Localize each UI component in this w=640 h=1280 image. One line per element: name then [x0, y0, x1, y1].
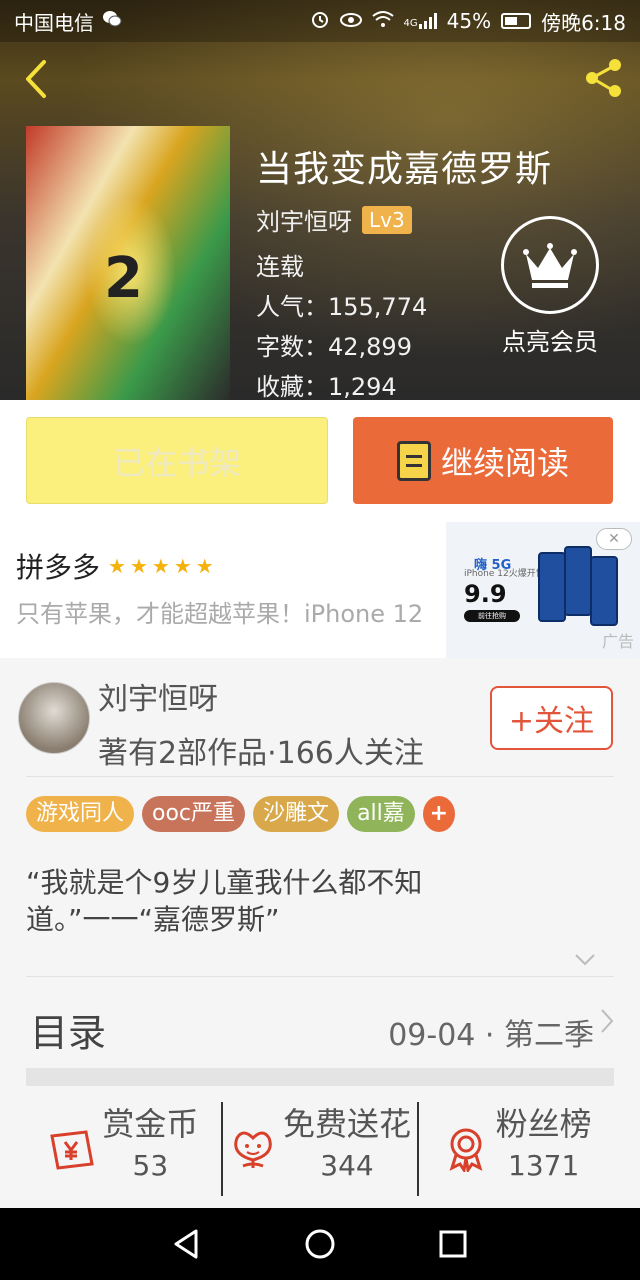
nav-recents-button[interactable]: [429, 1220, 477, 1268]
square-recents-icon: [439, 1230, 467, 1258]
nav-home-button[interactable]: [296, 1220, 344, 1268]
stat-flower-label: 免费送花: [283, 1105, 412, 1143]
stat-reward-label: 赏金币: [102, 1105, 199, 1143]
vip-membership-button[interactable]: 点亮会员: [490, 216, 610, 357]
book-title: 当我变成嘉德罗斯: [256, 149, 553, 190]
wechat-icon: [102, 10, 122, 33]
toc-label: 目录: [30, 1011, 107, 1055]
phone-image: [538, 552, 566, 622]
wifi-icon: [371, 9, 394, 33]
network-type: 4G: [403, 18, 418, 29]
stat-flower[interactable]: 免费送花 344: [220, 1102, 418, 1196]
chevron-down-icon: [575, 954, 595, 966]
circle-home-icon: [305, 1229, 335, 1259]
ad-rating-stars: ★★★★★: [108, 554, 218, 578]
author-avatar[interactable]: [18, 682, 90, 754]
tag-chip[interactable]: 游戏同人: [26, 796, 135, 832]
continue-reading-button[interactable]: 继续阅读: [353, 417, 613, 504]
book-cover[interactable]: 2: [26, 126, 230, 400]
ad-banner[interactable]: 拼多多 ★★★★★ 只有苹果，才能超越苹果！iPhone 12 嗨 5G iPh…: [0, 522, 640, 658]
top-nav: [0, 52, 640, 106]
book-icon: [396, 440, 431, 481]
carrier-label: 中国电信: [14, 10, 94, 35]
favorites-count: 收藏：1,294: [256, 373, 397, 401]
medal-icon: [449, 1128, 483, 1172]
continue-reading-label: 继续阅读: [440, 443, 569, 482]
tag-chip[interactable]: ooc严重: [142, 796, 246, 832]
expand-intro-button[interactable]: [574, 948, 596, 972]
eye-icon: [339, 9, 362, 33]
ad-title: 拼多多: [16, 551, 101, 584]
tag-chip[interactable]: 沙雕文: [253, 796, 340, 832]
add-tag-button[interactable]: +: [422, 796, 455, 832]
ad-image-buy: 前往抢购: [464, 610, 520, 622]
share-icon: [586, 59, 621, 97]
ad-label: 广告: [601, 632, 634, 651]
ad-image-sub: iPhone 12火爆开售: [464, 569, 545, 579]
details-section: 刘宇恒呀 著有2部作品·166人关注 +关注 游戏同人 ooc严重 沙雕文 all嘉 +…: [0, 658, 640, 1208]
stat-reward[interactable]: 赏金币 53: [26, 1102, 221, 1196]
on-shelf-button[interactable]: 已在书架: [26, 417, 328, 504]
phone-image: [564, 546, 592, 616]
ad-close-button[interactable]: ✕: [596, 528, 632, 550]
triangle-back-icon: [174, 1229, 198, 1259]
stat-fans-value: 1371: [508, 1149, 580, 1182]
table-of-contents-row[interactable]: 目录 09-04 · 第二季: [26, 992, 614, 1072]
reward-coin-icon: [50, 1130, 95, 1170]
author-level-badge: Lv3: [362, 205, 412, 234]
ad-text: 只有苹果，才能超越苹果！iPhone 12: [16, 600, 424, 628]
book-intro: “我就是个9岁儿童我什么都不知道。”一一“嘉德罗斯”: [26, 866, 423, 936]
signal-icon: 4G: [404, 13, 437, 29]
stat-flower-value: 344: [320, 1149, 374, 1182]
back-arrow-icon: [26, 60, 46, 98]
status-bar: 中国电信 4G 45% 傍晚6:18: [0, 0, 640, 42]
share-button[interactable]: [580, 54, 628, 102]
stat-fans-label: 粉丝榜: [495, 1105, 592, 1143]
phone-image: [590, 556, 618, 626]
author-name[interactable]: 刘宇恒呀: [98, 674, 218, 718]
chevron-right-icon: [600, 1008, 614, 1041]
vip-label: 点亮会员: [502, 328, 598, 356]
flower-icon: [234, 1131, 272, 1168]
section-separator: [26, 1068, 614, 1086]
follow-button[interactable]: +关注: [490, 686, 613, 750]
clock: 傍晚6:18: [541, 10, 626, 35]
alarm-icon: [310, 9, 330, 34]
action-bar: 已在书架 继续阅读: [0, 400, 640, 522]
stats-row: 赏金币 53 免费送花 344 粉丝榜 1371: [26, 1102, 614, 1196]
nav-back-button[interactable]: [163, 1220, 211, 1268]
back-button[interactable]: [18, 56, 58, 102]
divider: [26, 776, 614, 777]
crown-icon: [501, 216, 599, 314]
tag-chip[interactable]: all嘉: [347, 796, 415, 832]
author-meta: 著有2部作品·166人关注: [98, 736, 424, 771]
stat-reward-value: 53: [132, 1149, 169, 1182]
stat-fans[interactable]: 粉丝榜 1371: [417, 1102, 614, 1196]
ad-image-price: 9.9: [464, 580, 507, 608]
book-author[interactable]: 刘宇恒呀: [256, 202, 352, 237]
latest-chapter: 09-04 · 第二季: [388, 1018, 594, 1053]
divider: [26, 976, 614, 977]
system-nav-bar: [0, 1208, 640, 1280]
battery-percent: 45%: [446, 9, 492, 33]
tag-list: 游戏同人 ooc严重 沙雕文 all嘉 +: [26, 796, 455, 832]
battery-icon: [501, 13, 532, 29]
